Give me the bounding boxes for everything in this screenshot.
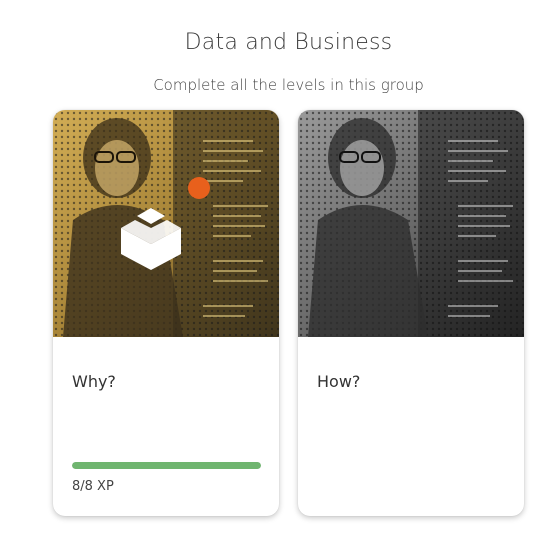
card-image: [298, 110, 524, 337]
level-card-how[interactable]: How?: [298, 110, 524, 516]
xp-counter: 8/8 XP: [72, 479, 114, 494]
progress-bar: [72, 462, 261, 469]
card-label: Why?: [72, 372, 116, 391]
level-card-why[interactable]: Why? 8/8 XP: [53, 110, 279, 516]
card-label: How?: [317, 372, 361, 391]
card-image: [53, 110, 279, 337]
page-title: Data and Business: [184, 30, 393, 55]
progress-fill: [72, 462, 261, 469]
page: Data and Business Complete all the level…: [0, 0, 557, 533]
page-subtitle: Complete all the levels in this group: [153, 76, 424, 94]
